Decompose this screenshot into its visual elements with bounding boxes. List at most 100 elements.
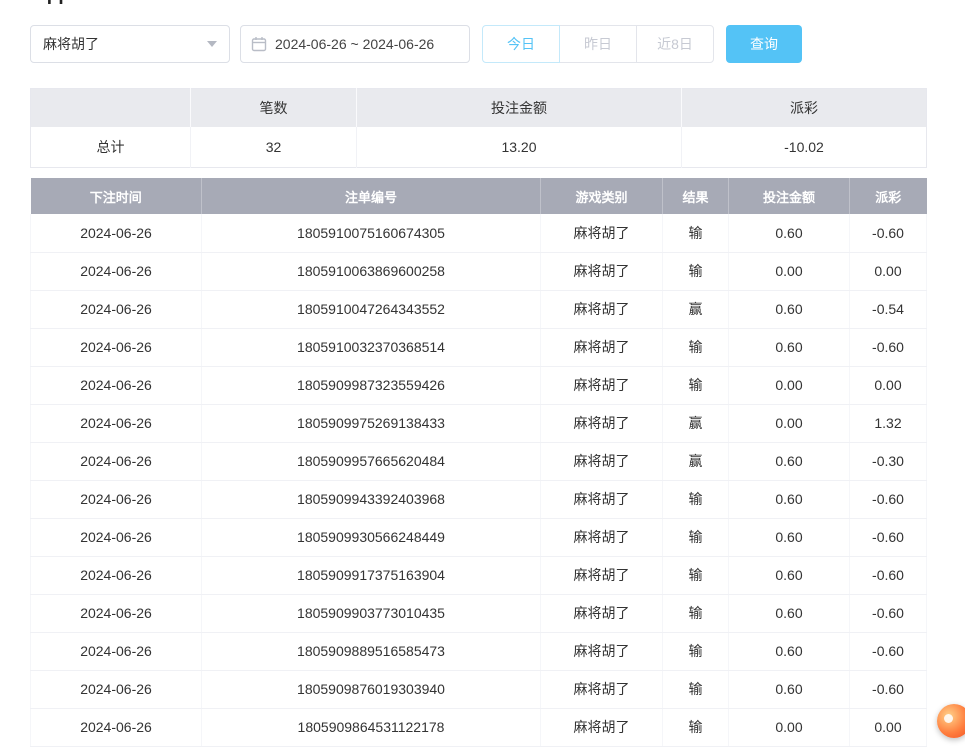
game-type-cell: 麻将胡了 bbox=[541, 632, 663, 670]
result-cell: 输 bbox=[663, 366, 729, 404]
bet-time-cell: 2024-06-26 bbox=[31, 518, 202, 556]
summary-payout-value: -10.02 bbox=[682, 127, 927, 168]
payout-cell: -0.30 bbox=[850, 442, 927, 480]
chevron-down-icon bbox=[207, 41, 217, 47]
bet-id-cell: 1805909917375163904 bbox=[202, 556, 541, 594]
game-type-cell: 麻将胡了 bbox=[541, 290, 663, 328]
summary-header-row: 笔数 投注金额 派彩 bbox=[31, 89, 927, 127]
payout-cell: -0.60 bbox=[850, 670, 927, 708]
bet-id-cell: 1805909864531122178 bbox=[202, 708, 541, 746]
bet-id-cell: 1805910032370368514 bbox=[202, 328, 541, 366]
payout-cell: -0.60 bbox=[850, 214, 927, 252]
bet-time-cell: 2024-06-26 bbox=[31, 480, 202, 518]
game-type-cell: 麻将胡了 bbox=[541, 214, 663, 252]
payout-cell: -0.60 bbox=[850, 480, 927, 518]
bet-id-cell: 1805909876019303940 bbox=[202, 670, 541, 708]
header-bet-id: 注单编号 bbox=[202, 178, 541, 214]
header-payout: 派彩 bbox=[850, 178, 927, 214]
bet-id-cell: 1805909930566248449 bbox=[202, 518, 541, 556]
bet-time-cell: 2024-06-26 bbox=[31, 366, 202, 404]
summary-total-row: 总计 32 13.20 -10.02 bbox=[31, 127, 927, 168]
game-select-value: 麻将胡了 bbox=[43, 34, 99, 54]
bet-id-cell: 1805910063869600258 bbox=[202, 252, 541, 290]
bet-amount-cell: 0.00 bbox=[729, 252, 850, 290]
bet-amount-cell: 0.60 bbox=[729, 518, 850, 556]
bet-amount-cell: 0.60 bbox=[729, 594, 850, 632]
bet-amount-cell: 0.00 bbox=[729, 404, 850, 442]
game-type-cell: 麻将胡了 bbox=[541, 480, 663, 518]
calendar-icon bbox=[251, 36, 267, 52]
table-row: 2024-06-261805909903773010435麻将胡了输0.60-0… bbox=[31, 594, 927, 632]
result-cell: 输 bbox=[663, 708, 729, 746]
bet-time-cell: 2024-06-26 bbox=[31, 404, 202, 442]
table-row: 2024-06-261805910047264343552麻将胡了赢0.60-0… bbox=[31, 290, 927, 328]
bet-time-cell: 2024-06-26 bbox=[31, 328, 202, 366]
result-cell: 输 bbox=[663, 328, 729, 366]
payout-cell: -0.54 bbox=[850, 290, 927, 328]
table-row: 2024-06-261805910063869600258麻将胡了输0.000.… bbox=[31, 252, 927, 290]
bet-amount-cell: 0.00 bbox=[729, 366, 850, 404]
table-row: 2024-06-261805910032370368514麻将胡了输0.60-0… bbox=[31, 328, 927, 366]
date-range-value: 2024-06-26 ~ 2024-06-26 bbox=[275, 36, 434, 52]
summary-count-value: 32 bbox=[191, 127, 357, 168]
bet-table-body: 2024-06-261805910075160674305麻将胡了输0.60-0… bbox=[31, 214, 927, 746]
bet-time-cell: 2024-06-26 bbox=[31, 708, 202, 746]
query-button[interactable]: 查询 bbox=[726, 25, 802, 63]
result-cell: 输 bbox=[663, 214, 729, 252]
betting-records-page: App 麻将胡了 2024-06-26 ~ 2024-06-26 今日 昨日 近… bbox=[0, 0, 965, 730]
header-bet-amount: 投注金额 bbox=[729, 178, 850, 214]
bet-time-cell: 2024-06-26 bbox=[31, 632, 202, 670]
table-row: 2024-06-261805909889516585473麻将胡了输0.60-0… bbox=[31, 632, 927, 670]
payout-cell: 1.32 bbox=[850, 404, 927, 442]
date-range-picker[interactable]: 2024-06-26 ~ 2024-06-26 bbox=[240, 25, 470, 63]
game-type-cell: 麻将胡了 bbox=[541, 252, 663, 290]
bet-id-cell: 1805909943392403968 bbox=[202, 480, 541, 518]
bet-amount-cell: 0.60 bbox=[729, 632, 850, 670]
customer-service-icon[interactable] bbox=[937, 704, 965, 738]
bet-time-cell: 2024-06-26 bbox=[31, 214, 202, 252]
bet-id-cell: 1805910075160674305 bbox=[202, 214, 541, 252]
yesterday-button[interactable]: 昨日 bbox=[559, 25, 637, 63]
table-row: 2024-06-261805909930566248449麻将胡了输0.60-0… bbox=[31, 518, 927, 556]
bet-amount-cell: 0.60 bbox=[729, 480, 850, 518]
summary-header-count: 笔数 bbox=[191, 89, 357, 127]
summary-header-bet-amount: 投注金额 bbox=[357, 89, 682, 127]
summary-header-empty bbox=[31, 89, 191, 127]
bet-amount-cell: 0.60 bbox=[729, 670, 850, 708]
result-cell: 输 bbox=[663, 670, 729, 708]
table-row: 2024-06-261805909943392403968麻将胡了输0.60-0… bbox=[31, 480, 927, 518]
payout-cell: -0.60 bbox=[850, 328, 927, 366]
payout-cell: -0.60 bbox=[850, 556, 927, 594]
bet-time-cell: 2024-06-26 bbox=[31, 670, 202, 708]
summary-table: 笔数 投注金额 派彩 总计 32 13.20 -10.02 bbox=[30, 88, 927, 168]
bet-amount-cell: 0.60 bbox=[729, 328, 850, 366]
bet-id-cell: 1805909987323559426 bbox=[202, 366, 541, 404]
result-cell: 输 bbox=[663, 252, 729, 290]
game-type-cell: 麻将胡了 bbox=[541, 518, 663, 556]
result-cell: 输 bbox=[663, 556, 729, 594]
table-row: 2024-06-261805909864531122178麻将胡了输0.000.… bbox=[31, 708, 927, 746]
game-type-cell: 麻将胡了 bbox=[541, 670, 663, 708]
header-bet-time: 下注时间 bbox=[31, 178, 202, 214]
payout-cell: -0.60 bbox=[850, 594, 927, 632]
game-select[interactable]: 麻将胡了 bbox=[30, 25, 230, 63]
result-cell: 输 bbox=[663, 518, 729, 556]
filter-bar: 麻将胡了 2024-06-26 ~ 2024-06-26 今日 昨日 近8日 查… bbox=[30, 25, 802, 63]
last-8-days-button[interactable]: 近8日 bbox=[636, 25, 714, 63]
table-row: 2024-06-261805909987323559426麻将胡了输0.000.… bbox=[31, 366, 927, 404]
summary-header-payout: 派彩 bbox=[682, 89, 927, 127]
partial-header-text: App bbox=[33, 0, 70, 8]
header-game-type: 游戏类别 bbox=[541, 178, 663, 214]
result-cell: 输 bbox=[663, 594, 729, 632]
result-cell: 赢 bbox=[663, 290, 729, 328]
bet-amount-cell: 0.60 bbox=[729, 556, 850, 594]
bet-amount-cell: 0.60 bbox=[729, 442, 850, 480]
result-cell: 输 bbox=[663, 632, 729, 670]
summary-bet-amount-value: 13.20 bbox=[357, 127, 682, 168]
today-button[interactable]: 今日 bbox=[482, 25, 560, 63]
bet-records-table: 下注时间 注单编号 游戏类别 结果 投注金额 派彩 2024-06-261805… bbox=[30, 178, 927, 747]
payout-cell: -0.60 bbox=[850, 518, 927, 556]
table-row: 2024-06-261805909957665620484麻将胡了赢0.60-0… bbox=[31, 442, 927, 480]
bet-amount-cell: 0.60 bbox=[729, 290, 850, 328]
game-type-cell: 麻将胡了 bbox=[541, 366, 663, 404]
